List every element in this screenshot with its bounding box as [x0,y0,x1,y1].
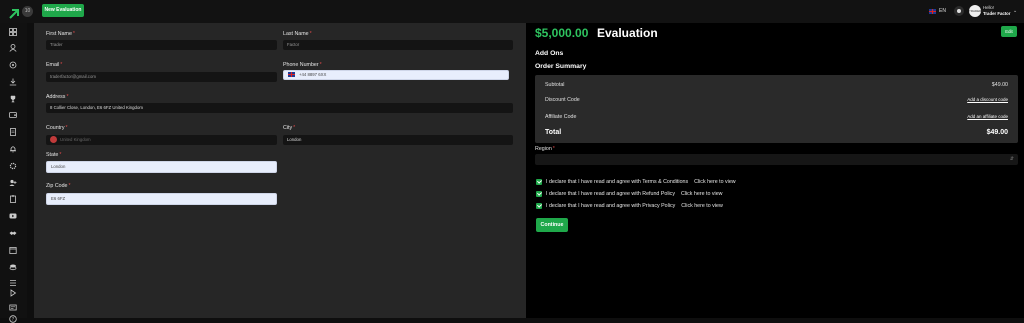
notification-count-badge[interactable]: 10 [22,6,33,17]
avatar[interactable]: TRADERFACTOR [969,5,993,17]
total-value: $49.00 [986,129,1008,136]
user-icon[interactable] [9,44,17,52]
subtotal-row: Subtotal $49.00 [545,82,1008,88]
address-label: Address* [46,94,69,100]
play-icon[interactable] [9,289,17,297]
phone-field[interactable]: +44 8897 6XX [283,70,509,80]
subtotal-value: $49.00 [991,82,1008,88]
bell-icon[interactable] [9,145,17,153]
theme-toggle-button[interactable] [954,6,964,16]
calendar-icon[interactable] [9,246,17,254]
country-select[interactable]: United Kingdom [46,135,277,145]
evaluation-price: $5,000.00 [535,26,589,40]
top-bar: 10 New Evaluation EN TRADERFACTOR Hello!… [0,0,1024,23]
list-icon[interactable] [9,279,17,287]
city-field[interactable]: London [283,135,513,145]
refund-declaration-text: I declare that I have read and agree wit… [546,191,675,197]
wallet-icon[interactable] [9,111,17,119]
video-icon[interactable] [9,212,17,220]
user-name: Trader Factor [983,11,1011,16]
email-field[interactable]: traderfactor@gmail.com [46,72,277,82]
privacy-checkbox[interactable] [536,203,542,209]
discount-row: Discount Code Add a discount code [545,97,1008,103]
new-evaluation-button[interactable]: New Evaluation [42,4,84,17]
order-summary-title: Order Summary [535,63,587,70]
add-discount-code-link[interactable]: Add a discount code [967,97,1008,102]
first-name-field[interactable]: Trader [46,40,277,50]
user-menu[interactable]: Hello! Trader Factor [983,5,1010,17]
discount-label: Discount Code [545,97,580,103]
chevron-down-icon[interactable]: ⌄ [1013,8,1017,14]
uk-flag-icon[interactable] [288,72,295,78]
zip-code-label: Zip Code* [46,183,71,189]
privacy-checkbox-row[interactable]: I declare that I have read and agree wit… [536,203,723,209]
help-icon[interactable]: ? [9,315,17,323]
edit-button[interactable]: Edit [1001,26,1017,37]
address-field[interactable]: 8 Collier Close, London, E6 6FZ United K… [46,103,513,113]
download-icon[interactable] [9,78,17,86]
trophy-icon[interactable] [9,95,17,103]
last-name-label: Last Name* [283,31,312,37]
refund-checkbox-row[interactable]: I declare that I have read and agree wit… [536,191,723,197]
phone-label: Phone Number* [283,62,322,68]
region-select[interactable]: ⇵ [535,154,1018,165]
sidebar: ? [0,23,27,323]
total-row: Total $49.00 [545,129,1008,136]
city-label: City* [283,125,296,131]
last-name-field[interactable]: Factor [283,40,513,50]
terms-declaration-text: I declare that I have read and agree wit… [546,179,689,185]
add-ons-title: Add Ons [535,50,564,57]
sun-icon [957,9,961,13]
add-affiliate-code-link[interactable]: Add an affiliate code [967,114,1008,119]
add-user-icon[interactable] [9,179,17,187]
country-label: Country* [46,125,68,131]
phone-value: +44 8897 6XX [299,72,327,77]
email-label: Email* [46,62,63,68]
document-icon[interactable] [9,128,17,136]
dashboard-icon[interactable] [9,28,17,36]
terms-checkbox[interactable] [536,179,542,185]
order-summary-box: Subtotal $49.00 Discount Code Add a disc… [535,75,1018,143]
settings-icon[interactable] [9,162,17,170]
zip-code-field[interactable]: E6 6FZ [46,193,277,205]
evaluation-title: Evaluation [597,26,658,40]
logo-arrow-icon[interactable] [9,6,21,19]
affiliate-label: Affiliate Code [545,114,577,120]
affiliate-row: Affiliate Code Add an affiliate code [545,114,1008,120]
refund-checkbox[interactable] [536,191,542,197]
region-label: Region* [535,146,555,152]
refund-view-link[interactable]: Click here to view [681,191,723,197]
certificate-icon[interactable] [9,304,17,312]
country-placeholder: United Kingdom [60,137,91,142]
chevron-up-down-icon: ⇵ [1009,156,1014,162]
coins-icon[interactable] [9,263,17,271]
uk-round-flag-icon [50,136,57,144]
subtotal-label: Subtotal [545,82,565,88]
language-label: EN [939,8,946,14]
state-label: State* [46,152,62,158]
privacy-declaration-text: I declare that I have read and agree wit… [546,203,676,209]
continue-button[interactable]: Continue [536,218,568,232]
terms-view-link[interactable]: Click here to view [694,179,736,185]
first-name-label: First Name* [46,31,75,37]
clipboard-icon[interactable] [9,195,17,203]
total-label: Total [545,129,562,136]
language-selector[interactable]: EN [929,8,946,14]
order-summary-panel [526,23,1024,318]
gear-icon[interactable] [9,61,17,69]
uk-flag-icon [929,8,936,14]
handshake-icon[interactable] [9,229,17,237]
terms-checkbox-row[interactable]: I declare that I have read and agree wit… [536,179,736,185]
privacy-view-link[interactable]: Click here to view [681,203,723,209]
state-field[interactable]: London [46,161,277,173]
